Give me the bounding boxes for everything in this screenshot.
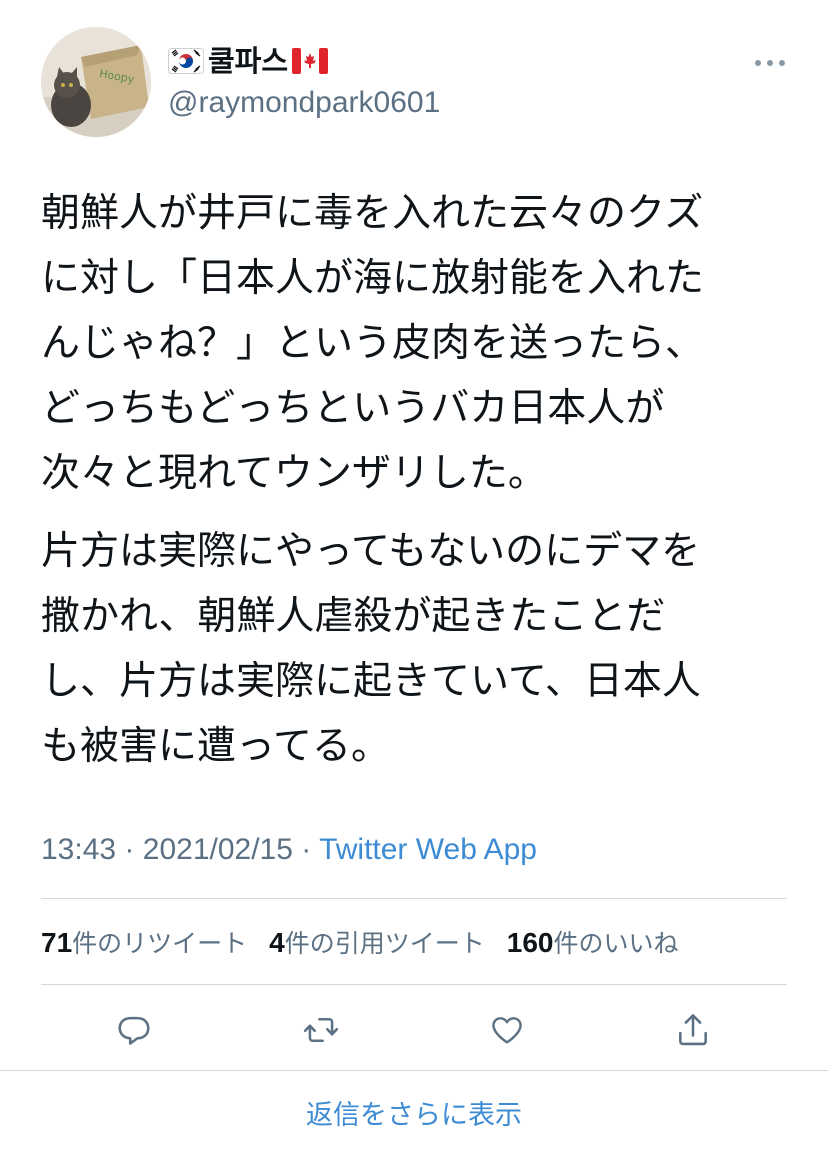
author-name-row[interactable]: 쿨파스	[168, 41, 329, 81]
likes-stat[interactable]: 160 件のいいね	[507, 924, 679, 960]
tweet-stats: 71 件のリツイート 4 件の引用ツイート 160 件のいいね	[41, 920, 679, 964]
heart-icon	[492, 1017, 522, 1044]
tweet-line: んじゃね？」という皮肉を送ったら、	[41, 321, 705, 366]
canada-flag-icon	[292, 48, 329, 74]
tweet-time[interactable]: 13:43	[41, 833, 116, 866]
tweet-line: も被害に遭ってる。	[41, 724, 391, 769]
share-icon	[679, 1014, 707, 1046]
quote-tweets-count: 4	[269, 927, 285, 958]
tweet-line: どっちもどっちというバカ日本人が	[41, 386, 665, 431]
retweets-label: 件のリツイート	[72, 929, 248, 958]
share-button[interactable]	[668, 1005, 718, 1055]
show-more-replies-link[interactable]: 返信をさらに表示	[0, 1094, 828, 1138]
reply-button[interactable]	[109, 1005, 159, 1055]
avatar-image: Hoopy	[41, 27, 151, 137]
avatar[interactable]: Hoopy	[41, 27, 151, 137]
tweet-line: 片方は実際にやってもないのにデマを	[41, 529, 701, 574]
tweet-source-link[interactable]: Twitter Web App	[319, 833, 537, 866]
quote-tweets-label: 件の引用ツイート	[284, 929, 485, 958]
tweet-paragraph: 朝鮮人が井戸に毒を入れた云々のクズ に対し「日本人が海に放射能を入れた んじゃね…	[41, 181, 781, 506]
divider	[41, 984, 787, 985]
likes-label: 件のいいね	[553, 929, 679, 958]
author-handle[interactable]: @raymondpark0601	[168, 85, 440, 121]
retweet-button[interactable]	[296, 1005, 346, 1055]
retweets-count: 71	[41, 927, 73, 958]
more-options-icon	[755, 60, 785, 66]
likes-count: 160	[506, 927, 554, 958]
tweet-actions	[0, 1005, 828, 1055]
south-korea-flag-icon	[168, 48, 204, 74]
retweet-icon	[303, 1017, 339, 1043]
like-button[interactable]	[482, 1005, 532, 1055]
author-display-name[interactable]: 쿨파스	[208, 41, 288, 81]
tweet-line: 撒かれ、朝鮮人虐殺が起きたことだ	[41, 594, 666, 639]
tweet-line: し、片方は実際に起きていて、日本人	[41, 659, 701, 704]
tweet-meta: 13:43 · 2021/02/15 · Twitter Web App	[41, 830, 537, 870]
tweet-paragraph: 片方は実際にやってもないのにデマを 撒かれ、朝鮮人虐殺が起きたことだ し、片方は…	[41, 519, 781, 779]
retweets-stat[interactable]: 71 件のリツイート	[41, 924, 247, 960]
meta-separator: ·	[301, 833, 312, 866]
tweet-date[interactable]: 2021/02/15	[143, 833, 293, 866]
tweet-line: に対し「日本人が海に放射能を入れた	[41, 256, 705, 301]
more-options-button[interactable]	[750, 48, 790, 78]
divider	[41, 898, 787, 899]
divider	[0, 1070, 828, 1071]
quote-tweets-stat[interactable]: 4 件の引用ツイート	[269, 924, 485, 960]
reply-icon	[118, 1016, 150, 1045]
tweet-text: 朝鮮人が井戸に毒を入れた云々のクズ に対し「日本人が海に放射能を入れた んじゃね…	[41, 181, 781, 779]
tweet-line: 朝鮮人が井戸に毒を入れた云々のクズ	[41, 191, 704, 236]
meta-separator: ·	[124, 833, 135, 866]
tweet-line: 次々と現れてウンザリした。	[41, 451, 547, 496]
